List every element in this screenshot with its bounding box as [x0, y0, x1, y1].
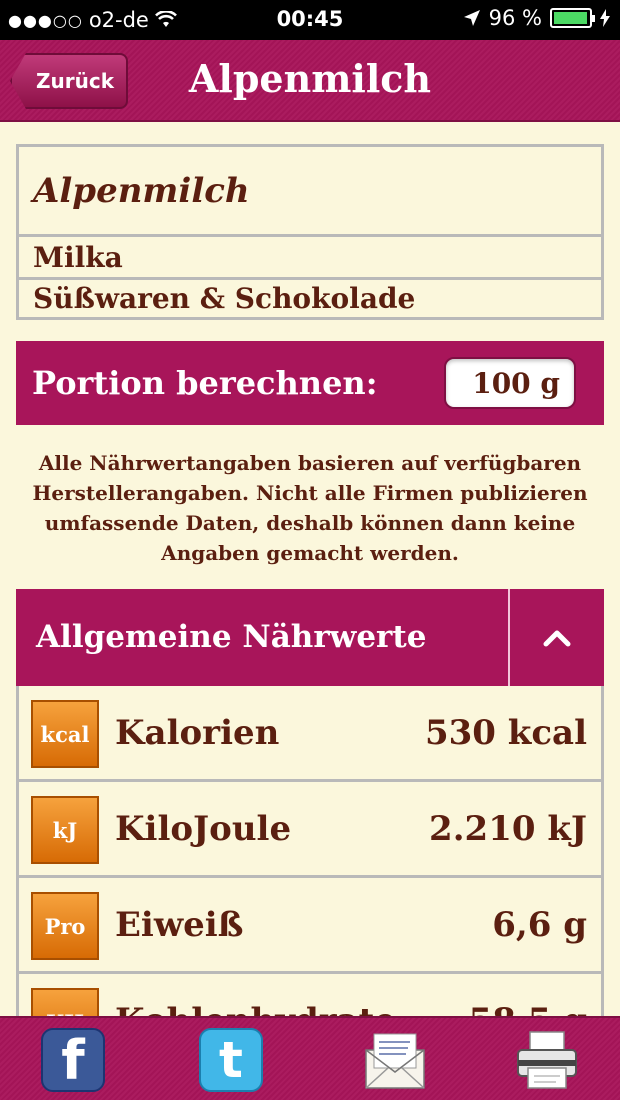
- status-right: 96 %: [463, 6, 610, 30]
- nutrient-value: 58,5 g: [469, 1001, 587, 1016]
- nutrient-row-calories: kcal Kalorien 530 kcal: [16, 686, 604, 782]
- nutrient-label: Eiweiß: [115, 905, 244, 945]
- product-category: Süßwaren & Schokolade: [33, 282, 416, 315]
- envelope-graphic: [365, 1033, 425, 1089]
- status-bar: ●●●○○ o2-de 00:45 96 %: [0, 0, 620, 40]
- collapse-button[interactable]: [510, 589, 604, 686]
- portion-calculator: Portion berechnen:: [16, 341, 604, 425]
- protein-icon: Pro: [31, 892, 99, 960]
- nutrient-list: kcal Kalorien 530 kcal kJ KiloJoule 2.21…: [16, 686, 604, 1016]
- twitter-icon[interactable]: t: [199, 1028, 263, 1092]
- portion-input[interactable]: [444, 357, 576, 409]
- facebook-icon[interactable]: f: [41, 1028, 105, 1092]
- battery-level: [554, 12, 587, 24]
- printer-icon[interactable]: [513, 1028, 581, 1092]
- product-info-card: Alpenmilch Milka Süßwaren & Schokolade: [16, 144, 604, 320]
- mail-icon[interactable]: [361, 1028, 429, 1092]
- nutrient-label: KiloJoule: [115, 809, 292, 849]
- nutrient-label: Kohlenhydrate: [115, 1001, 396, 1016]
- nutrient-value: 530 kcal: [424, 713, 587, 753]
- product-name: Alpenmilch: [19, 147, 601, 237]
- printer-graphic: [517, 1031, 577, 1089]
- battery-percent: 96 %: [488, 6, 542, 30]
- general-nutrients-header[interactable]: Allgemeine Nährwerte: [16, 589, 604, 686]
- share-toolbar: f t: [0, 1016, 620, 1100]
- nutrient-value: 6,6 g: [492, 905, 587, 945]
- kcal-icon: kcal: [31, 700, 99, 768]
- navigation-bar: Zurück Alpenmilch: [0, 40, 620, 122]
- carbohydrates-icon: KH: [31, 988, 99, 1016]
- disclaimer-text: Alle Nährwertangaben basieren auf verfüg…: [32, 451, 588, 565]
- nutrient-row-carbohydrates: KH Kohlenhydrate 58,5 g: [16, 974, 604, 1016]
- nutrient-label: Kalorien: [115, 713, 280, 753]
- kj-icon: kJ: [31, 796, 99, 864]
- chevron-up-icon: [543, 630, 571, 646]
- nutrient-value: 2.210 kJ: [429, 809, 587, 849]
- section-title: Allgemeine Nährwerte: [36, 619, 427, 655]
- portion-label: Portion berechnen:: [32, 364, 378, 402]
- battery-icon: [550, 8, 595, 28]
- nutrient-row-protein: Pro Eiweiß 6,6 g: [16, 878, 604, 974]
- location-arrow-icon: [463, 10, 480, 26]
- nutrient-row-kilojoule: kJ KiloJoule 2.210 kJ: [16, 782, 604, 878]
- page-title: Alpenmilch: [188, 56, 432, 101]
- back-button[interactable]: Zurück: [10, 53, 128, 109]
- charging-bolt-icon: [600, 9, 610, 27]
- product-brand: Milka: [19, 237, 601, 280]
